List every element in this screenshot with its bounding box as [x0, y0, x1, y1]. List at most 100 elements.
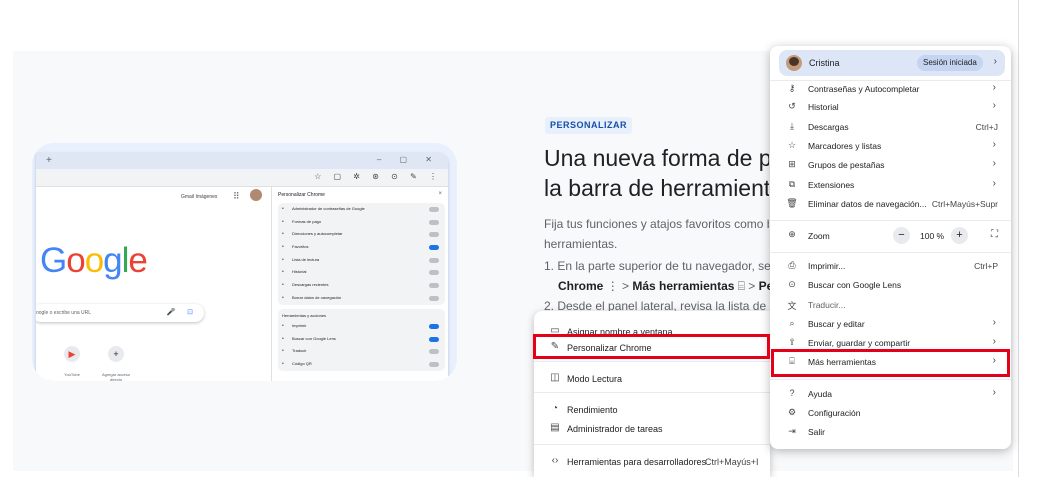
pin-icon: • [282, 231, 284, 238]
headline-line: Una nueva forma de pe [544, 145, 769, 171]
mini-search-placeholder: oogle o escribe una URL [36, 310, 92, 316]
panel-toggle-label: Traducir [292, 348, 307, 354]
panel-toggle-label: Descargas recientes [292, 282, 329, 288]
menu-item-label: Ayuda [808, 389, 832, 399]
star-icon: ☆ [787, 140, 797, 150]
zoom-in-button[interactable]: + [951, 227, 968, 244]
panel-toggle-row: • Formas de pago [278, 216, 445, 229]
submenu-item-task-manager[interactable]: ▤ Administrador de tareas [534, 418, 770, 440]
step-1-line: 1. En la parte superior de tu navegador,… [544, 259, 772, 273]
menu-item-download[interactable]: ⤓ Descargas Ctrl+J [770, 118, 1011, 137]
fullscreen-icon[interactable]: ⛶ [991, 229, 998, 240]
performance-icon: ◔ [551, 403, 559, 414]
code-icon: ‹› [551, 455, 559, 466]
step-bold: Chrome [558, 279, 604, 293]
panel-toggle-group: • Administrador de contraseñas de Google •… [278, 203, 445, 305]
intro-paragraph: Fija tus funciones y atajos favoritos co… [544, 214, 769, 254]
chevron-right-icon: › [993, 56, 997, 67]
panel-section-title: Herramientas y acciones [282, 313, 327, 318]
history-icon: ↺ [788, 101, 796, 111]
panel-toggle-label: Imprimir [292, 323, 307, 328]
menu-item-help[interactable]: ? Ayuda › [770, 385, 1011, 404]
menu-item-star[interactable]: ☆ Marcadores y listas › [770, 137, 1011, 156]
menu-item-lens[interactable]: ⊙ Buscar con Google Lens [770, 276, 1011, 295]
mini-toolbar: ☆ ▢ ✲ ⊛ ⊙ ✎ ⋮ [36, 169, 448, 187]
zoom-label: Zoom [808, 231, 830, 241]
submenu-item-label: Herramientas para desarrolladores [567, 457, 707, 467]
mini-tab-bar: + – ▢ ✕ [36, 153, 448, 169]
google-logo-letter: o [66, 241, 85, 280]
menu-item-settings[interactable]: ⚙ Configuración [770, 404, 1011, 423]
avatar [250, 189, 262, 201]
steps-list: 1. En la parte superior de tu navegador,… [544, 256, 772, 316]
menu-item-label: Traducir... [808, 300, 846, 310]
page: + – ▢ ✕ ☆ ▢ ✲ ⊛ ⊙ ✎ ⋮ Gmail Imágenes ⠿ G… [0, 0, 1048, 477]
lens-icon: • [282, 335, 284, 342]
menu-item-label: Historial [808, 102, 839, 112]
chevron-right-icon: › [992, 100, 996, 111]
toggle-switch [429, 207, 439, 212]
illustration-card: + – ▢ ✕ ☆ ▢ ✲ ⊛ ⊙ ✎ ⋮ Gmail Imágenes ⠿ G… [32, 143, 457, 381]
print-icon: ⎙ [788, 260, 796, 270]
panel-toggle-label: Código QR [292, 361, 312, 367]
trash-icon: 🗑 [786, 198, 798, 208]
toggle-switch [429, 295, 439, 301]
find-icon: ⌕ [789, 318, 795, 328]
close-icon: × [438, 191, 442, 197]
signed-in-badge: Sesión iniciada [917, 55, 983, 71]
panel-toggle-row: • Favoritos [278, 241, 445, 254]
menu-item-label: Contraseñas y Autocompletar [808, 84, 920, 94]
exit-icon: ⇥ [788, 426, 796, 436]
panel-toggle-row: • Traducir [278, 345, 445, 358]
shortcut-hint: Ctrl+J [975, 122, 998, 132]
google-top-links: Gmail Imágenes [181, 194, 218, 200]
lens-icon: ⊙ [788, 279, 796, 289]
menu-item-label: Grupos de pestañas [808, 160, 885, 170]
zoom-out-button[interactable]: − [893, 227, 910, 244]
zoom-icon: ⊕ [788, 229, 796, 239]
star-icon: • [282, 244, 284, 251]
panel-toggle-row: • Historial [278, 266, 445, 279]
menu-item-label: Descargas [808, 122, 849, 132]
panel-toggle-label: Lista de lectura [292, 256, 320, 262]
page-divider [1018, 0, 1019, 477]
panel-toggle-row: • Descargas recientes [278, 279, 445, 292]
profile-row[interactable]: Cristina Sesión iniciada › [779, 50, 1005, 76]
google-logo-letter: G [40, 241, 67, 280]
menu-item-print[interactable]: ⎙ Imprimir... Ctrl+P [770, 257, 1011, 276]
menu-item-label: Imprimir... [808, 261, 846, 271]
menu-item-history[interactable]: ↺ Historial › [770, 98, 1011, 117]
toggle-switch [429, 283, 439, 289]
toggle-switch [429, 232, 439, 238]
chevron-right-icon: › [992, 387, 996, 398]
settings-icon: ⚙ [787, 407, 797, 417]
submenu-item-code[interactable]: ‹› Herramientas para desarrolladores Ctrl+… [534, 451, 770, 473]
google-logo-letter: g [103, 241, 122, 280]
menu-item-find[interactable]: ⌕ Buscar y editar › [770, 315, 1011, 334]
chevron-right-icon: › [992, 336, 996, 347]
menu-item-key[interactable]: ⚷ Contraseñas y Autocompletar › [770, 80, 1011, 99]
panel-toggle-label: Borrar datos de navegación [292, 294, 342, 300]
menu-item-label: Buscar con Google Lens [808, 280, 902, 290]
menu-item-exit[interactable]: ⇥ Salir [770, 423, 1011, 442]
menu-item-translate[interactable]: 文 Traducir... [770, 296, 1011, 315]
menu-item-extensions[interactable]: ⧉ Extensiones › [770, 176, 1011, 195]
chevron-right-icon: › [992, 317, 996, 328]
panel-toggle-row: • Buscar con Google Lens [278, 333, 445, 346]
translate-icon: • [282, 348, 284, 355]
menu-item-tab-groups[interactable]: ⊞ Grupos de pestañas › [770, 156, 1011, 175]
panel-toggle-label: Administrador de contraseñas de Google [292, 206, 365, 211]
key-icon: • [282, 206, 284, 212]
more-vert-icon: ⋮ [606, 279, 619, 293]
menu-item-trash[interactable]: 🗑 Eliminar datos de navegación... Ctrl+May… [770, 195, 1011, 214]
headline-line: la barra de herramienta [544, 175, 769, 201]
chevron-right-icon: › [992, 82, 996, 93]
share-icon: ⇪ [788, 337, 796, 347]
mini-search-box: oogle o escribe una URL 🎤 ⊡ [36, 304, 204, 322]
submenu-item-reading-mode[interactable]: ◫ Modo Lectura [534, 368, 770, 390]
task-manager-icon: ▤ [550, 422, 560, 433]
reading-mode-icon: ◫ [550, 372, 560, 383]
extensions-icon: ⧉ [788, 179, 796, 189]
google-logo: Google [40, 241, 148, 281]
panel-toggle-label: Formas de pago [292, 218, 322, 224]
